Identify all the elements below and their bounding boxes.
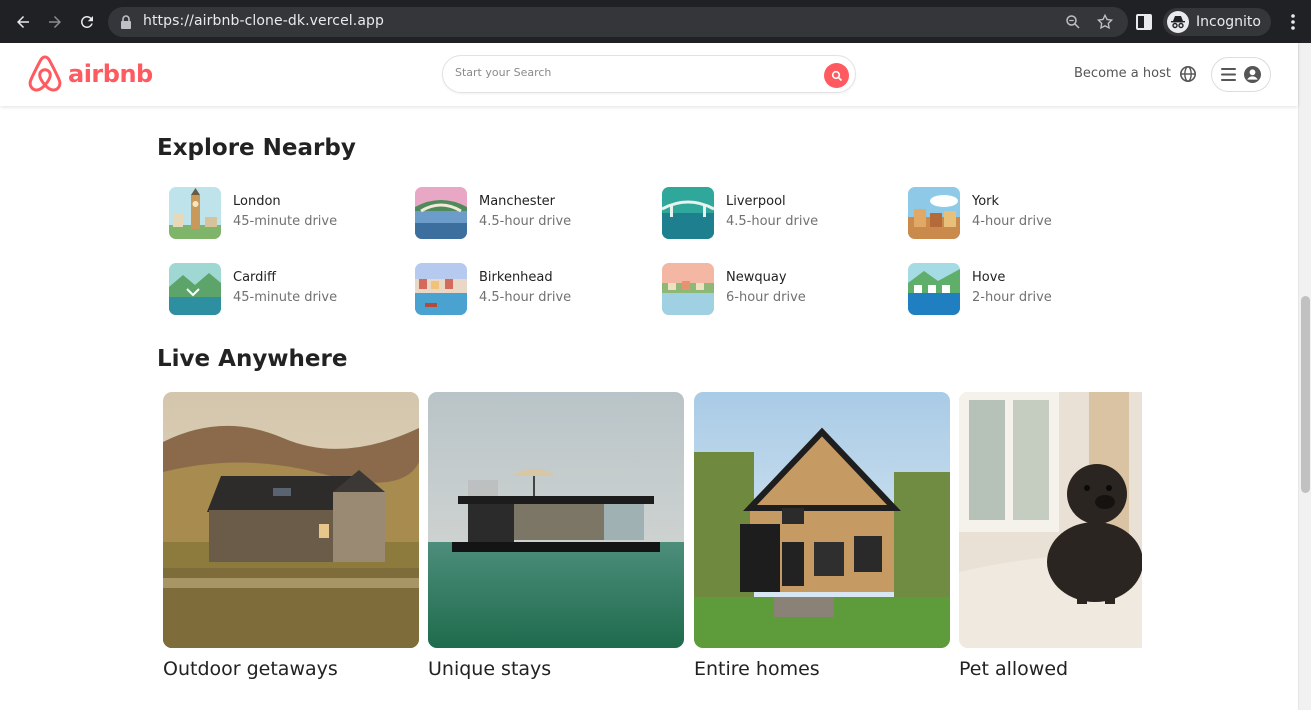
airbnb-belo-icon [28, 55, 62, 92]
card-image [959, 392, 1142, 648]
logo-text: airbnb [68, 60, 153, 88]
explore-nearby-title: Explore Nearby [157, 135, 356, 161]
nearby-name: York [972, 194, 1000, 209]
nearby-distance: 4-hour drive [972, 214, 1052, 229]
site-header: airbnb Become a host [0, 43, 1298, 106]
nearby-item-cardiff[interactable]: Cardiff 45-minute drive [169, 263, 399, 315]
live-card-pets[interactable]: Pet allowed [959, 392, 1142, 680]
nearby-item-liverpool[interactable]: Liverpool 4.5-hour drive [662, 187, 892, 239]
card-image [428, 392, 684, 648]
bookmark-star-icon[interactable] [1096, 13, 1114, 31]
hamburger-menu-icon [1221, 68, 1236, 81]
nearby-thumbnail [169, 263, 221, 315]
reload-button[interactable] [72, 7, 102, 37]
arrow-left-icon [17, 15, 29, 28]
nearby-distance: 45-minute drive [233, 214, 338, 229]
back-button[interactable] [8, 7, 38, 37]
nearby-thumbnail [662, 263, 714, 315]
nearby-item-york[interactable]: York 4-hour drive [908, 187, 1138, 239]
arrow-right-icon [49, 15, 61, 28]
search-bar[interactable] [442, 55, 856, 93]
nearby-distance: 4.5-hour drive [479, 214, 572, 229]
nearby-thumbnail [908, 187, 960, 239]
incognito-indicator[interactable]: Incognito [1163, 8, 1271, 36]
live-card-pets-clip: Pet allowed [959, 392, 1142, 692]
zoom-icon[interactable] [1064, 13, 1082, 31]
reload-icon [80, 15, 93, 28]
become-host-link[interactable]: Become a host [1074, 66, 1171, 81]
user-menu-button[interactable] [1211, 57, 1271, 92]
nearby-item-manchester[interactable]: Manchester 4.5-hour drive [415, 187, 645, 239]
live-card-homes[interactable]: Entire homes [694, 392, 950, 680]
card-title: Outdoor getaways [163, 658, 338, 680]
card-title: Unique stays [428, 658, 552, 680]
nearby-thumbnail [415, 263, 467, 315]
lock-icon [121, 15, 131, 29]
incognito-label: Incognito [1196, 14, 1261, 30]
forward-button[interactable] [40, 7, 70, 37]
card-image [694, 392, 950, 648]
nearby-item-newquay[interactable]: Newquay 6-hour drive [662, 263, 892, 315]
nearby-distance: 2-hour drive [972, 290, 1052, 305]
live-card-outdoor[interactable]: Outdoor getaways [163, 392, 419, 680]
card-title: Pet allowed [959, 658, 1069, 680]
nearby-distance: 4.5-hour drive [726, 214, 819, 229]
card-title: Entire homes [694, 658, 820, 680]
nearby-name: Hove [972, 270, 1006, 285]
scrollbar-thumb[interactable] [1301, 296, 1310, 493]
url-text[interactable]: https://airbnb-clone-dk.vercel.app [143, 13, 384, 29]
page-scrollbar[interactable] [1298, 43, 1311, 710]
user-avatar-icon [1244, 66, 1261, 83]
incognito-icon [1167, 11, 1189, 33]
nearby-name: Newquay [726, 270, 787, 285]
search-icon [831, 70, 842, 81]
address-bar[interactable]: https://airbnb-clone-dk.vercel.app [108, 7, 1128, 37]
nearby-name: Birkenhead [479, 270, 553, 285]
nearby-distance: 6-hour drive [726, 290, 806, 305]
nearby-item-hove[interactable]: Hove 2-hour drive [908, 263, 1138, 315]
more-options-icon[interactable] [1285, 13, 1301, 31]
nearby-thumbnail [662, 187, 714, 239]
nearby-name: London [233, 194, 281, 209]
nearby-thumbnail [415, 187, 467, 239]
airbnb-logo[interactable]: airbnb [26, 54, 153, 94]
nearby-name: Cardiff [233, 270, 276, 285]
nearby-thumbnail [169, 187, 221, 239]
search-button[interactable] [824, 63, 849, 88]
side-panel-icon[interactable] [1135, 13, 1153, 31]
nearby-name: Liverpool [726, 194, 786, 209]
browser-toolbar: https://airbnb-clone-dk.vercel.app Incog… [0, 0, 1311, 43]
nearby-name: Manchester [479, 194, 556, 209]
globe-icon[interactable] [1179, 65, 1197, 83]
nearby-distance: 4.5-hour drive [479, 290, 572, 305]
live-anywhere-title: Live Anywhere [157, 346, 348, 372]
live-card-unique[interactable]: Unique stays [428, 392, 684, 680]
nearby-item-london[interactable]: London 45-minute drive [169, 187, 399, 239]
nearby-thumbnail [908, 263, 960, 315]
card-image [163, 392, 419, 648]
search-input[interactable] [455, 66, 815, 79]
nearby-distance: 45-minute drive [233, 290, 338, 305]
nearby-item-birkenhead[interactable]: Birkenhead 4.5-hour drive [415, 263, 645, 315]
